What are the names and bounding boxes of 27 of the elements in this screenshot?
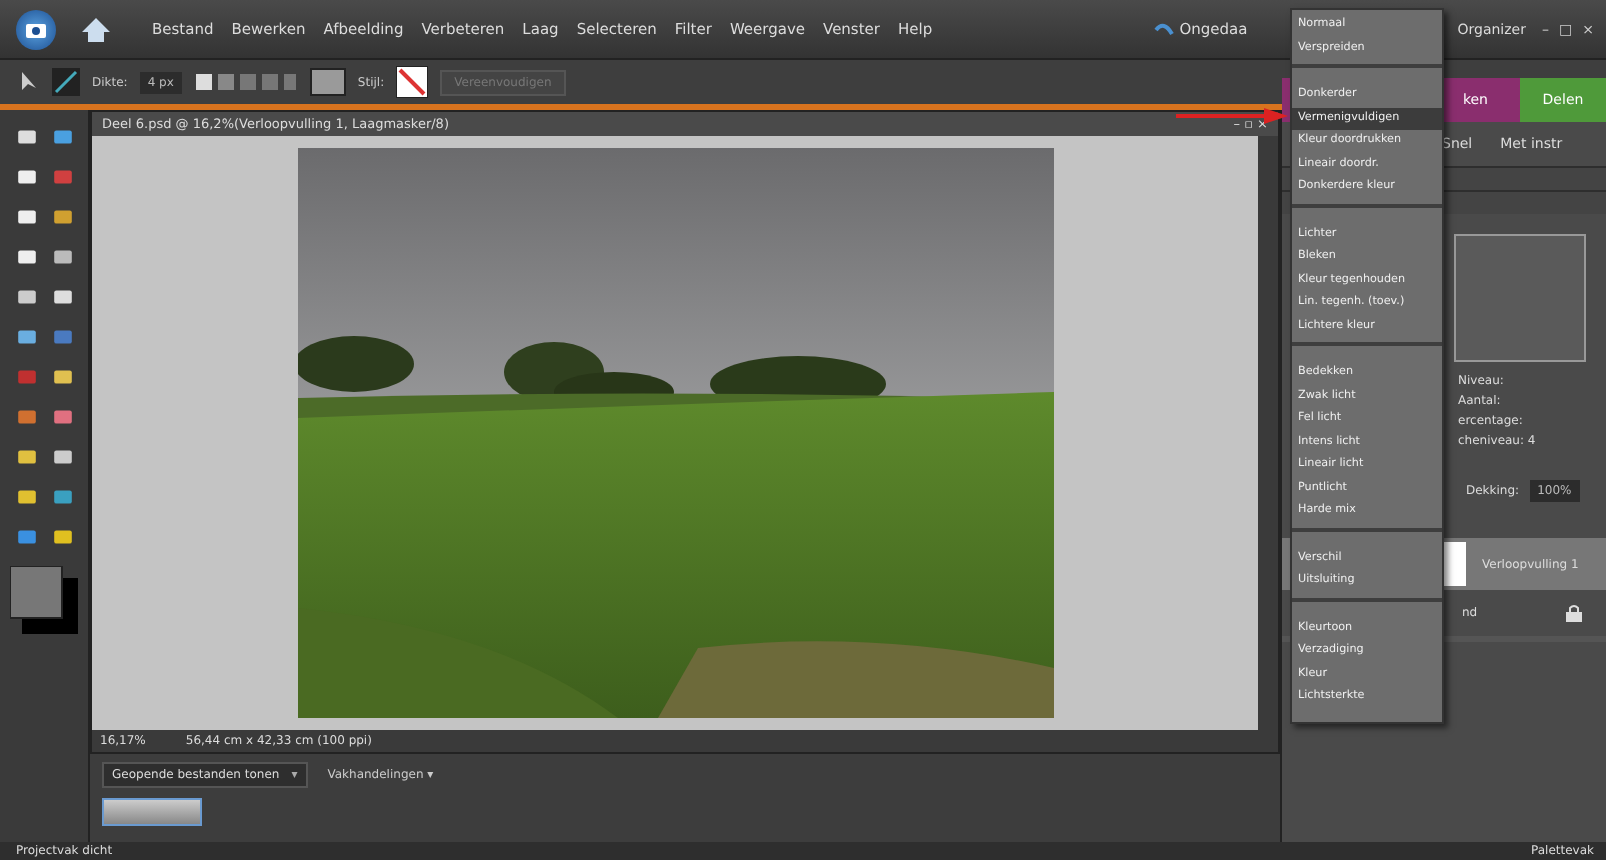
color-swatches-icon[interactable] xyxy=(10,566,78,634)
undo-icon xyxy=(1153,21,1174,37)
tool-icon[interactable] xyxy=(15,446,37,468)
color-swatch[interactable] xyxy=(309,68,346,96)
tool-icon[interactable] xyxy=(15,246,37,268)
tool-icon[interactable] xyxy=(15,126,37,148)
tool-icon[interactable] xyxy=(51,246,73,268)
tool-icon[interactable] xyxy=(15,206,37,228)
tool-icon[interactable] xyxy=(51,526,73,548)
tool-icon[interactable] xyxy=(15,326,37,348)
tool-icon[interactable] xyxy=(15,166,37,188)
tool-icon[interactable] xyxy=(15,486,37,508)
line-tool-icon[interactable] xyxy=(52,68,80,96)
tool-icon[interactable] xyxy=(51,206,73,228)
pointer-icon[interactable] xyxy=(20,70,40,94)
arrow-icon xyxy=(1176,108,1288,124)
histogram xyxy=(1454,234,1586,362)
lock-icon xyxy=(1566,604,1582,622)
app-logo-icon[interactable] xyxy=(16,9,56,49)
tool-icon[interactable] xyxy=(51,286,73,308)
no-style-icon[interactable] xyxy=(396,66,429,98)
tool-icon[interactable] xyxy=(51,126,73,148)
file-thumbnail[interactable] xyxy=(102,798,202,826)
tool-icon[interactable] xyxy=(51,366,73,388)
tool-icon[interactable] xyxy=(51,446,73,468)
tool-icon[interactable] xyxy=(15,286,37,308)
shape-mode-icons[interactable] xyxy=(193,72,298,92)
